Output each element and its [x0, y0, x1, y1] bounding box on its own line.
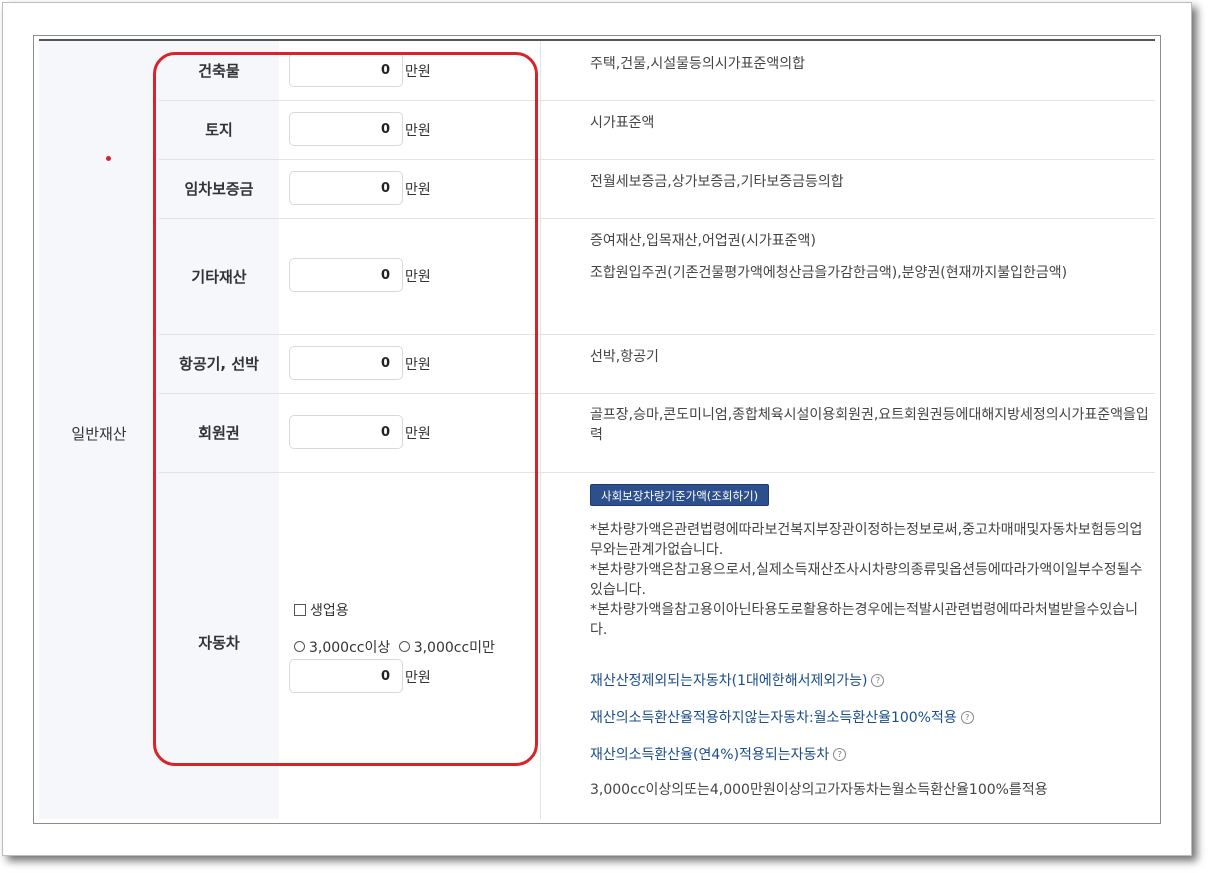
excluded-car-link-text[interactable]: 재산산정제외되는자동차(1대에한해서제외가능): [590, 673, 867, 689]
row-description: 골프장,승마,콘도미니엄,종합체육시설이용회원권,요트회원권등에대해지방세정의시…: [590, 407, 1149, 443]
row-description: 증여재산,입목재산,어업권(시가표준액) 조합원입주권(기존건물평가액에청산금을…: [590, 231, 1149, 283]
unit-label: 만원: [405, 357, 431, 373]
desc-line-1: 증여재산,입목재산,어업권(시가표준액): [590, 233, 816, 249]
table-body: 일반재산 건축물 만원 주택,건물,시설물등의시가표준액의합 토지 만원 시가표…: [39, 39, 1155, 819]
row-label: 회원권: [198, 424, 240, 442]
table-row-building: 건축물 만원 주택,건물,시설물등의시가표준액의합: [159, 41, 1155, 101]
building-input[interactable]: [289, 53, 403, 87]
conversion-car-link[interactable]: 재산의소득환산율(연4%)적용되는자동차?: [590, 744, 847, 764]
unit-label: 만원: [405, 269, 431, 285]
vehicle-price-lookup-button[interactable]: 사회보장차량기준가액(조회하기): [590, 484, 770, 506]
property-table: 일반재산 건축물 만원 주택,건물,시설물등의시가표준액의합 토지 만원 시가표…: [33, 35, 1161, 824]
excluded-car-link[interactable]: 재산산정제외되는자동차(1대에한해서제외가능)?: [590, 670, 885, 690]
help-icon[interactable]: ?: [833, 748, 847, 761]
business-use-label: 생업용: [310, 603, 349, 619]
unit-label: 만원: [405, 123, 431, 139]
table-row-land: 토지 만원 시가표준액: [159, 100, 1155, 160]
radio-over-3000cc[interactable]: [294, 641, 305, 652]
luxury-car-note: 3,000cc이상의또는4,000만원이상의고가자동차는월소득환산율100%를적…: [590, 782, 1048, 798]
row-label: 건축물: [198, 62, 240, 80]
no-conversion-link-text[interactable]: 재산의소득환산율적용하지않는자동차:월소득환산율100%적용: [590, 710, 957, 726]
window-frame: 일반재산 건축물 만원 주택,건물,시설물등의시가표준액의합 토지 만원 시가표…: [2, 2, 1192, 856]
row-description: 주택,건물,시설물등의시가표준액의합: [590, 56, 805, 72]
table-row-car: 자동차 생업용 3,000cc이상 3,000cc미만 만원 사회보장차량기준가…: [159, 472, 1155, 823]
row-description: 시가표준액: [590, 115, 655, 131]
business-use-checkbox[interactable]: 생업용: [294, 600, 349, 620]
car-cc-radio-group: 3,000cc이상 3,000cc미만: [294, 637, 495, 657]
radio-under-label: 3,000cc미만: [413, 640, 495, 656]
membership-input[interactable]: [289, 415, 403, 449]
radio-over-label: 3,000cc이상: [309, 640, 391, 656]
row-description: 선박,항공기: [590, 349, 659, 365]
other-property-input[interactable]: [289, 258, 403, 292]
unit-label: 만원: [405, 670, 431, 686]
deposit-input[interactable]: [289, 171, 403, 205]
row-label: 임차보증금: [184, 180, 254, 198]
table-row-deposit: 임차보증금 만원 전월세보증금,상가보증금,기타보증금등의합: [159, 159, 1155, 219]
checkbox-icon[interactable]: [294, 604, 306, 616]
unit-label: 만원: [405, 182, 431, 198]
car-value-input[interactable]: [289, 659, 403, 693]
no-conversion-car-link[interactable]: 재산의소득환산율적용하지않는자동차:월소득환산율100%적용?: [590, 707, 974, 727]
unit-label: 만원: [405, 64, 431, 80]
table-row-membership: 회원권 만원 골프장,승마,콘도미니엄,종합체육시설이용회원권,요트회원권등에대…: [159, 393, 1155, 473]
row-label: 기타재산: [191, 267, 247, 286]
category-column: 일반재산: [39, 41, 160, 819]
aircraft-ship-input[interactable]: [289, 346, 403, 380]
red-dot-marker: [106, 156, 111, 161]
help-icon[interactable]: ?: [960, 711, 974, 724]
land-input[interactable]: [289, 112, 403, 146]
desc-line-2: 조합원입주권(기존건물평가액에청산금을가감한금액),분양권(현재까지불입한금액): [590, 265, 1068, 281]
row-label: 항공기, 선박: [179, 355, 259, 373]
car-value-notice: *본차량가액은관련법령에따라보건복지부장관이정하는정보로써,중고차매매및자동차보…: [590, 522, 1143, 638]
conversion-link-text[interactable]: 재산의소득환산율(연4%)적용되는자동차: [590, 747, 829, 763]
row-label: 자동차: [198, 634, 240, 652]
radio-under-3000cc[interactable]: [398, 641, 410, 652]
unit-label: 만원: [405, 426, 431, 442]
category-label: 일반재산: [71, 425, 127, 443]
row-label: 토지: [205, 121, 233, 139]
table-row-aircraft-ship: 항공기, 선박 만원 선박,항공기: [159, 334, 1155, 394]
row-description: 전월세보증금,상가보증금,기타보증금등의합: [590, 174, 844, 190]
help-icon[interactable]: ?: [871, 674, 885, 687]
table-row-other-property: 기타재산 만원 증여재산,입목재산,어업권(시가표준액) 조합원입주권(기존건물…: [159, 218, 1155, 335]
